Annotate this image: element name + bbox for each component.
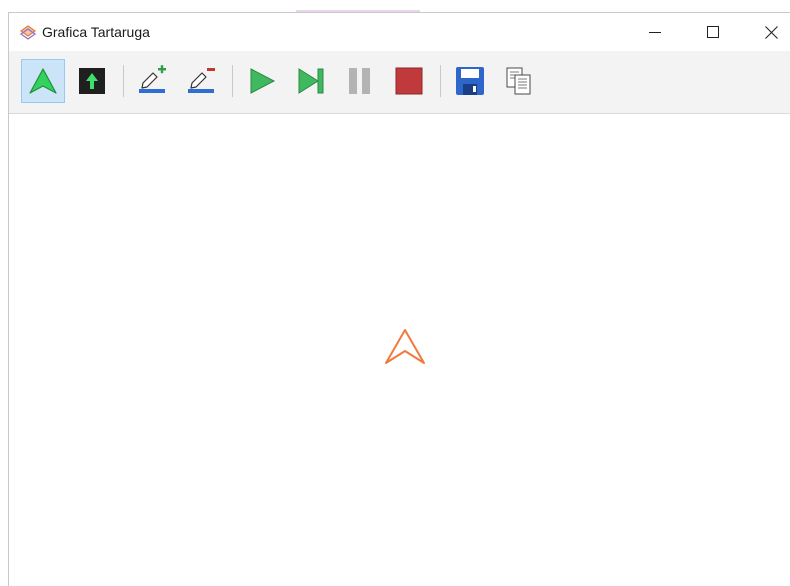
step-button[interactable]: [289, 59, 333, 103]
app-window: Grafica Tartaruga: [8, 12, 790, 586]
pause-icon: [349, 68, 370, 94]
close-icon: [764, 25, 778, 39]
maximize-button[interactable]: [690, 13, 736, 51]
run-button[interactable]: [240, 59, 284, 103]
minimize-button[interactable]: [632, 13, 678, 51]
move-up-button[interactable]: [70, 59, 114, 103]
app-icon: [19, 24, 37, 40]
pen-remove-icon: [188, 68, 215, 93]
toolbar-separator: [123, 65, 124, 97]
desktop-background: [0, 0, 790, 12]
turtle-arrow-icon: [29, 68, 57, 94]
pen-add-icon: [139, 65, 166, 93]
toolbar-separator: [440, 65, 441, 97]
stop-icon: [395, 67, 423, 95]
pen-up-button[interactable]: [180, 59, 224, 103]
pen-down-button[interactable]: [131, 59, 175, 103]
play-icon: [250, 68, 276, 94]
copy-icon: [506, 67, 531, 95]
pause-button[interactable]: [338, 59, 382, 103]
copy-button[interactable]: [497, 59, 541, 103]
turtle-cursor-icon: [385, 329, 425, 364]
toolbar: [9, 51, 790, 114]
maximize-icon: [707, 26, 719, 38]
window-title: Grafica Tartaruga: [42, 24, 150, 40]
close-button[interactable]: [748, 13, 790, 51]
turtle-mode-button[interactable]: [21, 59, 65, 103]
up-arrow-icon: [79, 68, 105, 94]
stop-button[interactable]: [387, 59, 431, 103]
step-icon: [298, 68, 324, 94]
drawing-canvas[interactable]: [9, 114, 790, 586]
save-button[interactable]: [448, 59, 492, 103]
title-bar[interactable]: Grafica Tartaruga: [9, 13, 790, 51]
minimize-icon: [649, 32, 661, 33]
toolbar-separator: [232, 65, 233, 97]
save-icon: [456, 67, 484, 95]
